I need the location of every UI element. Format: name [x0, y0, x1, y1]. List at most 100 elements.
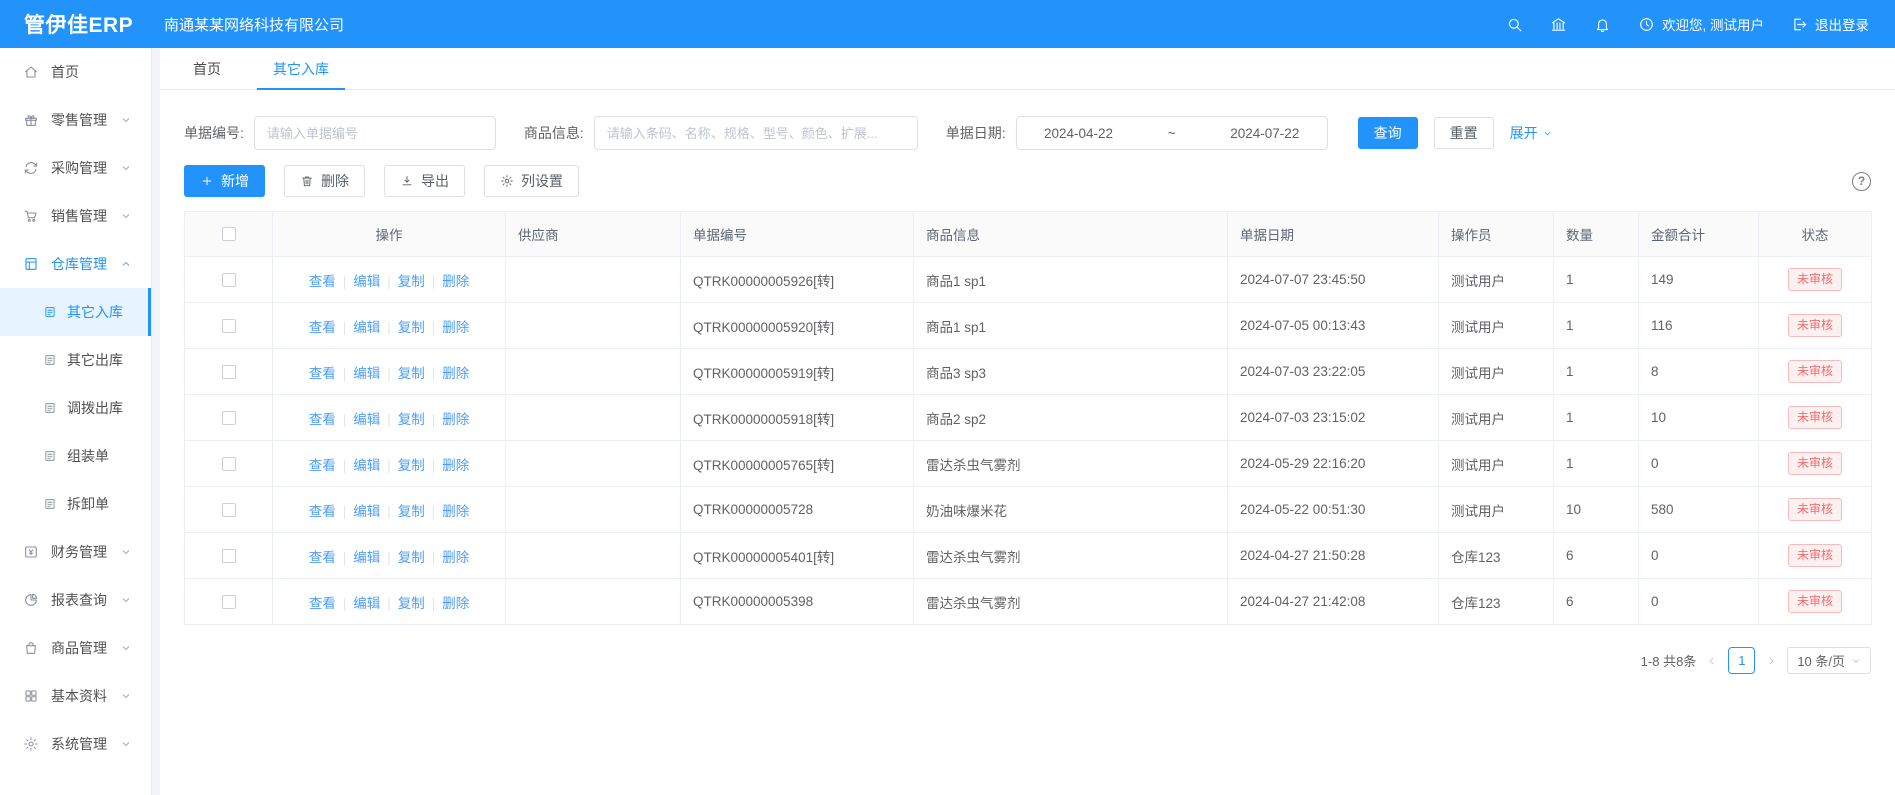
action-edit-link[interactable]: 编辑 — [353, 596, 380, 611]
action-view-link[interactable]: 查看 — [309, 550, 336, 565]
doc-no-input[interactable] — [254, 116, 496, 150]
sidebar-item-basic-data[interactable]: 基本资料 — [0, 672, 151, 720]
action-edit-link[interactable]: 编辑 — [353, 412, 380, 427]
chevron-down-icon — [120, 594, 132, 606]
amount-cell: 8 — [1639, 349, 1759, 395]
status-cell: 未审核 — [1759, 395, 1872, 441]
status-badge: 未审核 — [1788, 544, 1842, 568]
expand-link[interactable]: 展开 — [1510, 123, 1553, 143]
product-cell: 商品1 sp1 — [914, 303, 1228, 349]
doc-icon — [43, 353, 57, 367]
chevron-down-icon — [120, 690, 132, 702]
select-all-checkbox[interactable] — [222, 227, 236, 241]
sidebar-item-report-query[interactable]: 报表查询 — [0, 576, 151, 624]
product-info-input[interactable] — [594, 116, 918, 150]
sidebar-item-transfer-outbound[interactable]: 调拨出库 — [0, 384, 151, 432]
download-icon — [400, 174, 414, 188]
action-view-link[interactable]: 查看 — [309, 596, 336, 611]
page-size-select[interactable]: 10 条/页 — [1787, 647, 1871, 674]
sidebar-item-other-outbound[interactable]: 其它出库 — [0, 336, 151, 384]
sidebar-item-disassembly-order[interactable]: 拆卸单 — [0, 480, 151, 528]
tab-home[interactable]: 首页 — [177, 48, 237, 89]
add-button[interactable]: 新增 — [184, 165, 265, 197]
sidebar-item-label: 销售管理 — [51, 206, 107, 226]
action-edit-link[interactable]: 编辑 — [353, 366, 380, 381]
action-delete-link[interactable]: 删除 — [442, 596, 469, 611]
action-delete-link[interactable]: 删除 — [442, 274, 469, 289]
action-edit-link[interactable]: 编辑 — [353, 550, 380, 565]
current-page-button[interactable]: 1 — [1728, 647, 1755, 674]
next-page-button[interactable] — [1765, 655, 1777, 667]
row-checkbox[interactable] — [222, 503, 236, 517]
status-badge: 未审核 — [1788, 452, 1842, 476]
search-button[interactable]: 查询 — [1358, 117, 1418, 149]
row-checkbox[interactable] — [222, 549, 236, 563]
tab-other-inbound[interactable]: 其它入库 — [257, 48, 345, 89]
column-header: 操作 — [273, 212, 506, 257]
search-icon[interactable] — [1506, 16, 1523, 33]
action-copy-link[interactable]: 复制 — [398, 366, 425, 381]
sidebar-item-retail[interactable]: 零售管理 — [0, 96, 151, 144]
row-checkbox[interactable] — [222, 319, 236, 333]
action-view-link[interactable]: 查看 — [309, 504, 336, 519]
action-copy-link[interactable]: 复制 — [398, 320, 425, 335]
reset-button[interactable]: 重置 — [1434, 117, 1494, 149]
column-settings-button[interactable]: 列设置 — [484, 165, 579, 197]
action-view-link[interactable]: 查看 — [309, 366, 336, 381]
action-view-link[interactable]: 查看 — [309, 320, 336, 335]
action-copy-link[interactable]: 复制 — [398, 504, 425, 519]
tab-bar: 首页 其它入库 — [160, 48, 1895, 90]
date-range-picker[interactable]: 2024-04-22 ~ 2024-07-22 — [1016, 116, 1328, 150]
action-edit-link[interactable]: 编辑 — [353, 274, 380, 289]
action-copy-link[interactable]: 复制 — [398, 596, 425, 611]
sidebar-item-product[interactable]: 商品管理 — [0, 624, 151, 672]
action-edit-link[interactable]: 编辑 — [353, 504, 380, 519]
action-delete-link[interactable]: 删除 — [442, 504, 469, 519]
row-checkbox[interactable] — [222, 595, 236, 609]
logout-button[interactable]: 退出登录 — [1791, 14, 1869, 34]
action-separator: | — [387, 274, 391, 289]
action-delete-link[interactable]: 删除 — [442, 366, 469, 381]
help-icon[interactable]: ? — [1852, 172, 1871, 191]
action-delete-link[interactable]: 删除 — [442, 458, 469, 473]
status-badge: 未审核 — [1788, 268, 1842, 292]
sidebar-item-finance[interactable]: 财务管理 — [0, 528, 151, 576]
sidebar-item-assembly-order[interactable]: 组装单 — [0, 432, 151, 480]
action-copy-link[interactable]: 复制 — [398, 274, 425, 289]
welcome-user[interactable]: 欢迎您, 测试用户 — [1638, 14, 1764, 34]
row-checkbox[interactable] — [222, 273, 236, 287]
action-view-link[interactable]: 查看 — [309, 458, 336, 473]
row-checkbox[interactable] — [222, 457, 236, 471]
action-copy-link[interactable]: 复制 — [398, 412, 425, 427]
action-separator: | — [387, 504, 391, 519]
action-delete-link[interactable]: 删除 — [442, 320, 469, 335]
sidebar: 首页零售管理采购管理销售管理仓库管理其它入库其它出库调拨出库组装单拆卸单财务管理… — [0, 48, 152, 795]
action-copy-link[interactable]: 复制 — [398, 458, 425, 473]
sidebar-item-other-inbound[interactable]: 其它入库 — [0, 288, 151, 336]
action-view-link[interactable]: 查看 — [309, 412, 336, 427]
action-edit-link[interactable]: 编辑 — [353, 458, 380, 473]
app-body: 首页零售管理采购管理销售管理仓库管理其它入库其它出库调拨出库组装单拆卸单财务管理… — [0, 48, 1895, 795]
action-delete-link[interactable]: 删除 — [442, 550, 469, 565]
row-checkbox[interactable] — [222, 365, 236, 379]
action-edit-link[interactable]: 编辑 — [353, 320, 380, 335]
date-separator: ~ — [1168, 126, 1176, 141]
action-view-link[interactable]: 查看 — [309, 274, 336, 289]
status-cell: 未审核 — [1759, 579, 1872, 625]
action-delete-link[interactable]: 删除 — [442, 412, 469, 427]
sidebar-item-home[interactable]: 首页 — [0, 48, 151, 96]
prev-page-button[interactable] — [1706, 655, 1718, 667]
sidebar-item-purchase[interactable]: 采购管理 — [0, 144, 151, 192]
column-header: 商品信息 — [914, 212, 1228, 257]
export-button[interactable]: 导出 — [384, 165, 465, 197]
delete-button[interactable]: 删除 — [284, 165, 365, 197]
sidebar-item-system[interactable]: 系统管理 — [0, 720, 151, 768]
action-copy-link[interactable]: 复制 — [398, 550, 425, 565]
date-to[interactable]: 2024-07-22 — [1230, 126, 1299, 141]
row-checkbox[interactable] — [222, 411, 236, 425]
bank-icon[interactable] — [1550, 16, 1567, 33]
sidebar-item-sales[interactable]: 销售管理 — [0, 192, 151, 240]
bell-icon[interactable] — [1594, 16, 1611, 33]
sidebar-item-warehouse[interactable]: 仓库管理 — [0, 240, 151, 288]
date-from[interactable]: 2024-04-22 — [1044, 126, 1113, 141]
